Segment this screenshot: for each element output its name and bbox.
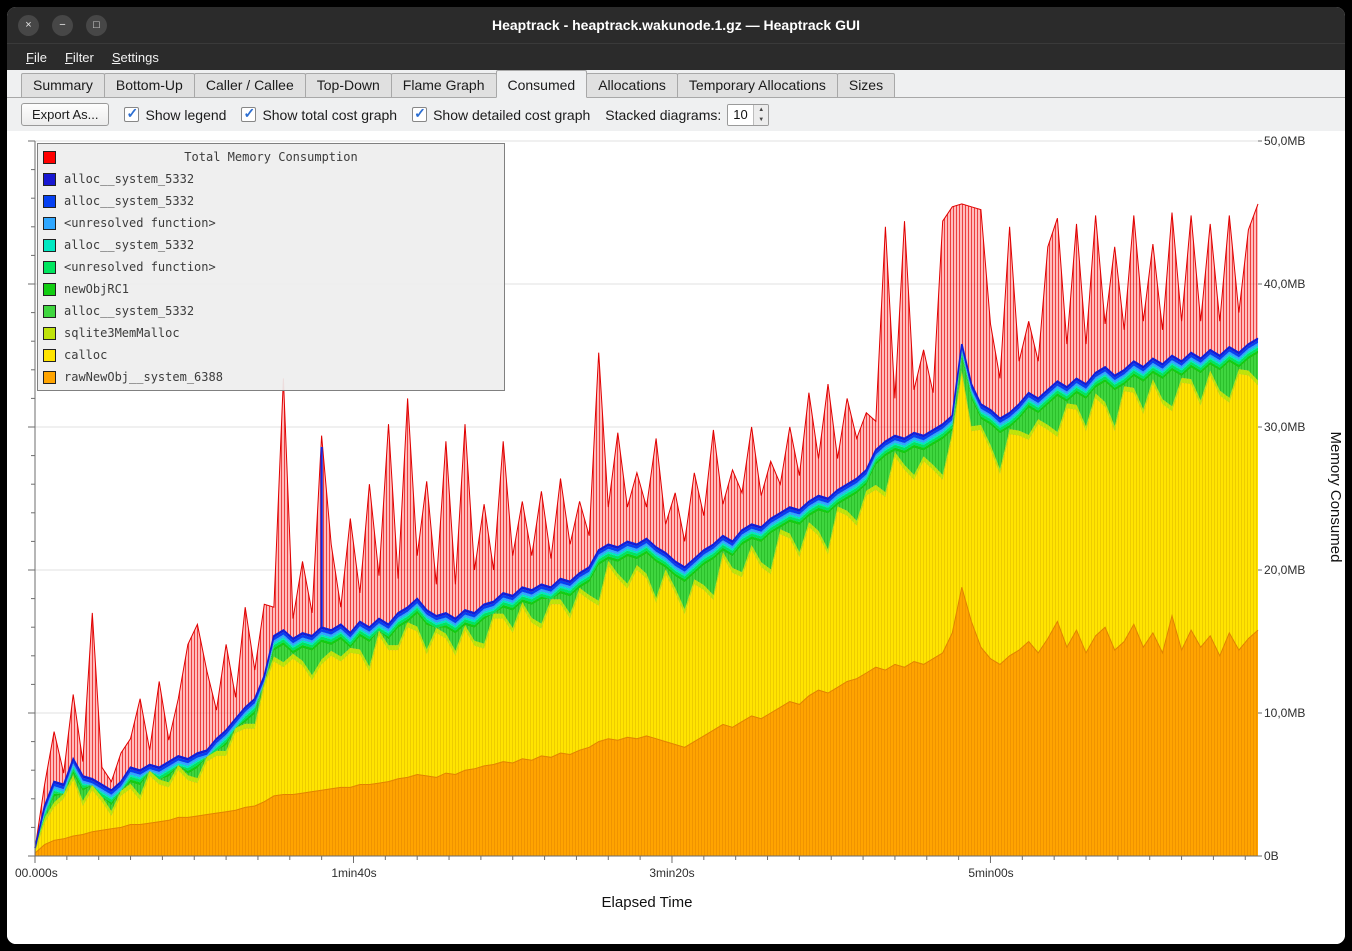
export-as-button[interactable]: Export As... [21, 103, 109, 126]
y-axis-title: Memory Consumed [1327, 432, 1344, 563]
x-axis-title: Elapsed Time [602, 894, 693, 911]
show-total-cost-checkbox[interactable]: ✓ Show total cost graph [241, 107, 397, 123]
legend-item: alloc__system_5332 [38, 300, 504, 322]
stacked-diagrams-spinbox[interactable]: ▲ ▼ [727, 104, 769, 126]
show-detailed-cost-label: Show detailed cost graph [433, 107, 590, 123]
stacked-diagrams-control: Stacked diagrams: ▲ ▼ [605, 104, 769, 126]
menubar: File Filter Settings [7, 43, 1345, 70]
tab-flame-graph[interactable]: Flame Graph [391, 73, 497, 97]
x-tick-1: 1min40s [331, 866, 376, 880]
chart-legend: Total Memory Consumption alloc__system_5… [37, 143, 505, 391]
toolbar: Export As... ✓ Show legend ✓ Show total … [7, 98, 1345, 131]
legend-swatch [43, 173, 56, 186]
show-total-cost-label: Show total cost graph [262, 107, 397, 123]
legend-label: alloc__system_5332 [64, 304, 194, 318]
legend-label: newObjRC1 [64, 282, 129, 296]
tab-consumed[interactable]: Consumed [496, 70, 588, 98]
y-tick-10: 10,0MB [1264, 706, 1305, 720]
x-tick-2: 3min20s [649, 866, 694, 880]
window-title: Heaptrack - heaptrack.wakunode.1.gz — He… [7, 17, 1345, 33]
x-tick-0: 00.000s [15, 866, 58, 880]
checkmark-icon: ✓ [126, 105, 138, 122]
legend-item: newObjRC1 [38, 278, 504, 300]
tab-summary[interactable]: Summary [21, 73, 105, 97]
legend-label: sqlite3MemMalloc [64, 326, 180, 340]
x-tick-3: 5min00s [968, 866, 1013, 880]
legend-label: alloc__system_5332 [64, 194, 194, 208]
minimize-icon[interactable]: − [52, 15, 73, 36]
close-icon[interactable]: × [18, 15, 39, 36]
legend-title-row: Total Memory Consumption [38, 146, 504, 168]
legend-label: alloc__system_5332 [64, 238, 194, 252]
legend-label: <unresolved function> [64, 216, 216, 230]
legend-item: alloc__system_5332 [38, 168, 504, 190]
spin-up-icon[interactable]: ▲ [754, 105, 768, 115]
legend-swatch [43, 261, 56, 274]
legend-item: sqlite3MemMalloc [38, 322, 504, 344]
menu-file[interactable]: File [17, 47, 56, 68]
legend-item: rawNewObj__system_6388 [38, 366, 504, 388]
tab-allocations[interactable]: Allocations [586, 73, 678, 97]
checkmark-icon: ✓ [414, 105, 426, 122]
menu-filter[interactable]: Filter [56, 47, 103, 68]
legend-swatch [43, 283, 56, 296]
legend-item: <unresolved function> [38, 212, 504, 234]
spin-down-icon[interactable]: ▼ [754, 115, 768, 125]
legend-swatch [43, 217, 56, 230]
tab-top-down[interactable]: Top-Down [305, 73, 392, 97]
legend-title: Total Memory Consumption [38, 150, 504, 164]
legend-label: calloc [64, 348, 107, 362]
legend-item: alloc__system_5332 [38, 190, 504, 212]
tab-bar: Summary Bottom-Up Caller / Callee Top-Do… [7, 70, 1345, 98]
y-tick-30: 30,0MB [1264, 420, 1305, 434]
spinbox-arrows: ▲ ▼ [753, 105, 768, 125]
checkbox-box[interactable]: ✓ [124, 107, 139, 122]
checkmark-icon: ✓ [243, 105, 255, 122]
menu-settings[interactable]: Settings [103, 47, 168, 68]
legend-swatch [43, 239, 56, 252]
legend-swatch [43, 195, 56, 208]
legend-swatch [43, 305, 56, 318]
y-tick-20: 20,0MB [1264, 563, 1305, 577]
legend-label: <unresolved function> [64, 260, 216, 274]
window-controls: × − □ [18, 15, 107, 36]
stacked-diagrams-input[interactable] [728, 105, 753, 125]
tab-sizes[interactable]: Sizes [837, 73, 895, 97]
checkbox-box[interactable]: ✓ [241, 107, 256, 122]
titlebar: × − □ Heaptrack - heaptrack.wakunode.1.g… [7, 7, 1345, 43]
y-tick-40: 40,0MB [1264, 277, 1305, 291]
legend-label: alloc__system_5332 [64, 172, 194, 186]
tab-bottom-up[interactable]: Bottom-Up [104, 73, 195, 97]
legend-item: <unresolved function> [38, 256, 504, 278]
legend-swatch [43, 371, 56, 384]
legend-swatch [43, 349, 56, 362]
legend-item: alloc__system_5332 [38, 234, 504, 256]
show-detailed-cost-checkbox[interactable]: ✓ Show detailed cost graph [412, 107, 590, 123]
legend-item: calloc [38, 344, 504, 366]
y-tick-50: 50,0MB [1264, 134, 1305, 148]
y-tick-0: 0B [1264, 849, 1279, 863]
tab-temporary-allocations[interactable]: Temporary Allocations [677, 73, 838, 97]
checkbox-box[interactable]: ✓ [412, 107, 427, 122]
tab-caller-callee[interactable]: Caller / Callee [194, 73, 306, 97]
show-legend-label: Show legend [145, 107, 226, 123]
app-window: × − □ Heaptrack - heaptrack.wakunode.1.g… [7, 7, 1345, 944]
maximize-icon[interactable]: □ [86, 15, 107, 36]
stacked-diagrams-label: Stacked diagrams: [605, 107, 721, 123]
legend-label: rawNewObj__system_6388 [64, 370, 223, 384]
chart-area: 50,0MB 40,0MB 30,0MB 20,0MB 10,0MB 0B 00… [7, 131, 1345, 944]
legend-swatch [43, 327, 56, 340]
show-legend-checkbox[interactable]: ✓ Show legend [124, 107, 226, 123]
